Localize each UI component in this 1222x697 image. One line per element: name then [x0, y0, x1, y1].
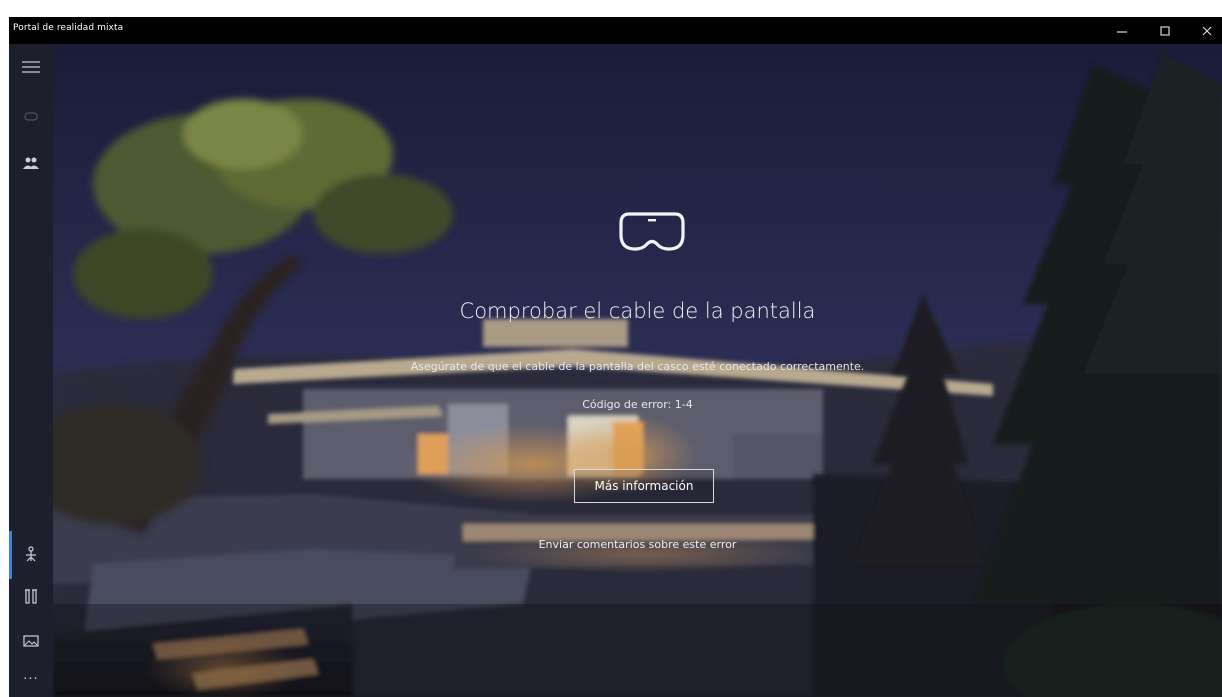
sidebar-item-headset[interactable]: [9, 99, 53, 133]
controllers-icon: [25, 589, 37, 604]
nav-sidebar: ···: [9, 44, 53, 697]
error-panel: Comprobar el cable de la pantalla Asegúr…: [53, 44, 1222, 697]
sidebar-item-photos[interactable]: [9, 624, 53, 658]
close-icon: [1202, 26, 1212, 35]
hamburger-menu-icon: [22, 61, 40, 73]
more-icon: ···: [23, 671, 39, 687]
headset-icon: [24, 112, 38, 120]
error-description: Asegúrate de que el cable de la pantalla…: [410, 360, 865, 373]
people-icon: [23, 157, 39, 169]
send-feedback-link[interactable]: Enviar comentarios sobre este error: [53, 538, 1222, 551]
photos-icon: [23, 635, 39, 647]
minimize-icon: [1117, 30, 1127, 33]
maximize-icon: [1160, 25, 1170, 36]
minimize-button[interactable]: [1103, 17, 1141, 44]
title-bar: Portal de realidad mixta: [9, 17, 1222, 44]
sidebar-more-button[interactable]: ···: [9, 662, 53, 696]
hamburger-menu-button[interactable]: [9, 50, 53, 84]
sidebar-item-people[interactable]: [9, 146, 53, 180]
window-title: Portal de realidad mixta: [13, 23, 124, 33]
more-info-button[interactable]: Más información: [574, 469, 714, 503]
sidebar-item-mixed-reality[interactable]: [9, 537, 53, 571]
error-code: Código de error: 1-4: [582, 398, 693, 411]
error-headline: Comprobar el cable de la pantalla: [459, 299, 816, 323]
close-button[interactable]: [1188, 17, 1222, 44]
sidebar-item-controllers[interactable]: [9, 579, 53, 613]
headset-outline-icon: [619, 212, 685, 251]
maximize-button[interactable]: [1146, 17, 1184, 44]
mixed-reality-icon: [26, 546, 36, 562]
app-window: Portal de realidad mixta ··· Comprobar e…: [9, 17, 1222, 697]
